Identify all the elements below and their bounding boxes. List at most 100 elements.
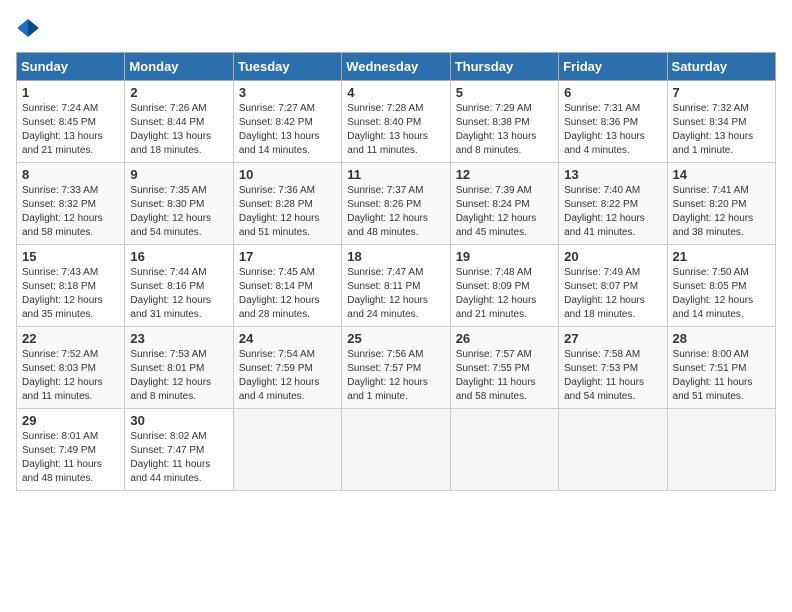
day-info: Sunrise: 7:29 AM Sunset: 8:38 PM Dayligh… (456, 102, 553, 158)
calendar-cell (667, 409, 775, 491)
calendar-cell: 12 Sunrise: 7:39 AM Sunset: 8:24 PM Dayli… (450, 163, 558, 245)
day-number: 12 (456, 167, 553, 182)
day-number: 15 (22, 249, 119, 264)
calendar-cell: 8 Sunrise: 7:33 AM Sunset: 8:32 PM Daylig… (17, 163, 125, 245)
calendar-cell: 26Sunrise: 7:57 AM Sunset: 7:55 PM Dayli… (450, 327, 558, 409)
calendar-cell: 5 Sunrise: 7:29 AM Sunset: 8:38 PM Daylig… (450, 81, 558, 163)
calendar-cell: 15Sunrise: 7:43 AM Sunset: 8:18 PM Dayli… (17, 245, 125, 327)
day-info: Sunrise: 7:33 AM Sunset: 8:32 PM Dayligh… (22, 184, 119, 240)
calendar-cell: 1 Sunrise: 7:24 AM Sunset: 8:45 PM Daylig… (17, 81, 125, 163)
day-number: 11 (347, 167, 444, 182)
day-info: Sunrise: 7:45 AM Sunset: 8:14 PM Dayligh… (239, 266, 336, 322)
day-info: Sunrise: 7:47 AM Sunset: 8:11 PM Dayligh… (347, 266, 444, 322)
header-cell-thursday: Thursday (450, 53, 558, 81)
calendar-cell: 18 Sunrise: 7:47 AM Sunset: 8:11 PM Dayli… (342, 245, 450, 327)
day-info: Sunrise: 7:24 AM Sunset: 8:45 PM Dayligh… (22, 102, 119, 158)
day-number: 28 (673, 331, 770, 346)
day-number: 3 (239, 85, 336, 100)
calendar-cell: 7 Sunrise: 7:32 AM Sunset: 8:34 PM Daylig… (667, 81, 775, 163)
day-info: Sunrise: 7:26 AM Sunset: 8:44 PM Dayligh… (130, 102, 227, 158)
day-info: Sunrise: 7:31 AM Sunset: 8:36 PM Dayligh… (564, 102, 661, 158)
calendar-cell: 13 Sunrise: 7:40 AM Sunset: 8:22 PM Dayli… (559, 163, 667, 245)
day-info: Sunrise: 7:53 AM Sunset: 8:01 PM Dayligh… (130, 348, 227, 404)
header-cell-monday: Monday (125, 53, 233, 81)
day-number: 14 (673, 167, 770, 182)
day-number: 2 (130, 85, 227, 100)
calendar-week-row: 8 Sunrise: 7:33 AM Sunset: 8:32 PM Daylig… (17, 163, 776, 245)
calendar-cell (233, 409, 341, 491)
calendar-cell: 28Sunrise: 8:00 AM Sunset: 7:51 PM Dayli… (667, 327, 775, 409)
calendar-week-row: 1 Sunrise: 7:24 AM Sunset: 8:45 PM Daylig… (17, 81, 776, 163)
day-number: 16 (130, 249, 227, 264)
header-cell-saturday: Saturday (667, 53, 775, 81)
calendar-cell: 6 Sunrise: 7:31 AM Sunset: 8:36 PM Daylig… (559, 81, 667, 163)
day-number: 5 (456, 85, 553, 100)
day-number: 1 (22, 85, 119, 100)
day-info: Sunrise: 7:41 AM Sunset: 8:20 PM Dayligh… (673, 184, 770, 240)
calendar-cell: 27 Sunrise: 7:58 AM Sunset: 7:53 PM Dayli… (559, 327, 667, 409)
calendar-cell: 20 Sunrise: 7:49 AM Sunset: 8:07 PM Dayli… (559, 245, 667, 327)
logo-icon (16, 16, 40, 40)
day-info: Sunrise: 7:39 AM Sunset: 8:24 PM Dayligh… (456, 184, 553, 240)
header-cell-tuesday: Tuesday (233, 53, 341, 81)
calendar-header-row: SundayMondayTuesdayWednesdayThursdayFrid… (17, 53, 776, 81)
calendar-cell: 16 Sunrise: 7:44 AM Sunset: 8:16 PM Dayli… (125, 245, 233, 327)
calendar-cell: 24 Sunrise: 7:54 AM Sunset: 7:59 PM Dayli… (233, 327, 341, 409)
calendar-cell: 25 Sunrise: 7:56 AM Sunset: 7:57 PM Dayli… (342, 327, 450, 409)
calendar-cell: 19 Sunrise: 7:48 AM Sunset: 8:09 PM Dayli… (450, 245, 558, 327)
header-cell-sunday: Sunday (17, 53, 125, 81)
day-info: Sunrise: 7:57 AM Sunset: 7:55 PM Dayligh… (456, 348, 553, 404)
header-cell-wednesday: Wednesday (342, 53, 450, 81)
day-info: Sunrise: 7:48 AM Sunset: 8:09 PM Dayligh… (456, 266, 553, 322)
day-info: Sunrise: 7:54 AM Sunset: 7:59 PM Dayligh… (239, 348, 336, 404)
day-info: Sunrise: 8:01 AM Sunset: 7:49 PM Dayligh… (22, 430, 119, 486)
day-number: 6 (564, 85, 661, 100)
day-number: 13 (564, 167, 661, 182)
day-info: Sunrise: 7:49 AM Sunset: 8:07 PM Dayligh… (564, 266, 661, 322)
day-info: Sunrise: 7:32 AM Sunset: 8:34 PM Dayligh… (673, 102, 770, 158)
day-info: Sunrise: 7:52 AM Sunset: 8:03 PM Dayligh… (22, 348, 119, 404)
calendar-cell: 29Sunrise: 8:01 AM Sunset: 7:49 PM Dayli… (17, 409, 125, 491)
day-number: 19 (456, 249, 553, 264)
calendar-week-row: 22 Sunrise: 7:52 AM Sunset: 8:03 PM Dayli… (17, 327, 776, 409)
day-info: Sunrise: 7:58 AM Sunset: 7:53 PM Dayligh… (564, 348, 661, 404)
day-info: Sunrise: 7:37 AM Sunset: 8:26 PM Dayligh… (347, 184, 444, 240)
calendar-cell: 4 Sunrise: 7:28 AM Sunset: 8:40 PM Daylig… (342, 81, 450, 163)
calendar-cell: 9Sunrise: 7:35 AM Sunset: 8:30 PM Daylig… (125, 163, 233, 245)
day-info: Sunrise: 8:02 AM Sunset: 7:47 PM Dayligh… (130, 430, 227, 486)
day-number: 27 (564, 331, 661, 346)
calendar-cell: 21 Sunrise: 7:50 AM Sunset: 8:05 PM Dayli… (667, 245, 775, 327)
day-number: 18 (347, 249, 444, 264)
day-number: 7 (673, 85, 770, 100)
calendar-cell: 2 Sunrise: 7:26 AM Sunset: 8:44 PM Daylig… (125, 81, 233, 163)
day-info: Sunrise: 7:50 AM Sunset: 8:05 PM Dayligh… (673, 266, 770, 322)
day-number: 17 (239, 249, 336, 264)
day-number: 22 (22, 331, 119, 346)
day-number: 8 (22, 167, 119, 182)
calendar-table: SundayMondayTuesdayWednesdayThursdayFrid… (16, 52, 776, 491)
calendar-cell: 14 Sunrise: 7:41 AM Sunset: 8:20 PM Dayli… (667, 163, 775, 245)
day-number: 30 (130, 413, 227, 428)
day-number: 25 (347, 331, 444, 346)
calendar-cell: 23 Sunrise: 7:53 AM Sunset: 8:01 PM Dayli… (125, 327, 233, 409)
day-info: Sunrise: 7:40 AM Sunset: 8:22 PM Dayligh… (564, 184, 661, 240)
calendar-cell: 10 Sunrise: 7:36 AM Sunset: 8:28 PM Dayli… (233, 163, 341, 245)
day-number: 20 (564, 249, 661, 264)
calendar-week-row: 15Sunrise: 7:43 AM Sunset: 8:18 PM Dayli… (17, 245, 776, 327)
day-number: 23 (130, 331, 227, 346)
day-info: Sunrise: 7:44 AM Sunset: 8:16 PM Dayligh… (130, 266, 227, 322)
calendar-cell (342, 409, 450, 491)
header-cell-friday: Friday (559, 53, 667, 81)
day-info: Sunrise: 7:56 AM Sunset: 7:57 PM Dayligh… (347, 348, 444, 404)
calendar-cell: 11 Sunrise: 7:37 AM Sunset: 8:26 PM Dayli… (342, 163, 450, 245)
day-info: Sunrise: 7:35 AM Sunset: 8:30 PM Dayligh… (130, 184, 227, 240)
day-number: 4 (347, 85, 444, 100)
day-number: 10 (239, 167, 336, 182)
day-info: Sunrise: 7:36 AM Sunset: 8:28 PM Dayligh… (239, 184, 336, 240)
day-info: Sunrise: 7:28 AM Sunset: 8:40 PM Dayligh… (347, 102, 444, 158)
calendar-cell: 17 Sunrise: 7:45 AM Sunset: 8:14 PM Dayli… (233, 245, 341, 327)
day-number: 21 (673, 249, 770, 264)
calendar-cell: 22 Sunrise: 7:52 AM Sunset: 8:03 PM Dayli… (17, 327, 125, 409)
calendar-cell: 3Sunrise: 7:27 AM Sunset: 8:42 PM Daylig… (233, 81, 341, 163)
day-number: 24 (239, 331, 336, 346)
